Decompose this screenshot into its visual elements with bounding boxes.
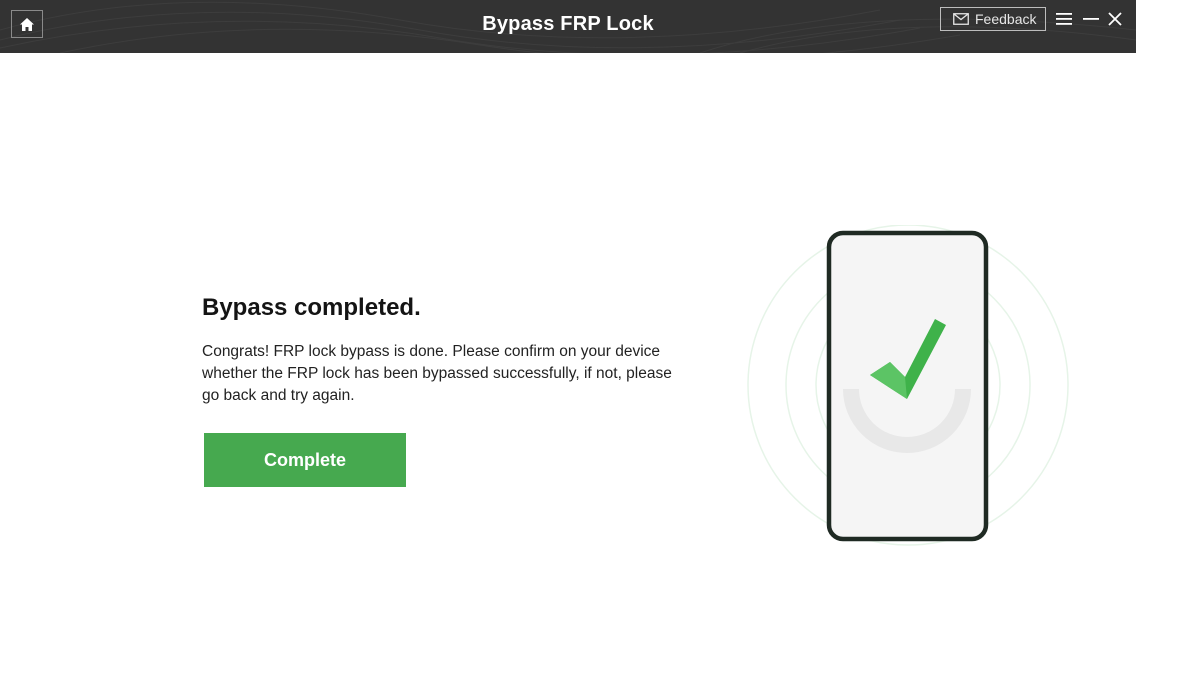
description-text: Congrats! FRP lock bypass is done. Pleas… [202, 343, 672, 404]
app-window: Bypass FRP Lock Feedback Bypass complete… [0, 0, 1136, 675]
close-icon [1108, 12, 1122, 26]
mail-icon [953, 13, 969, 25]
menu-icon [1056, 13, 1072, 25]
menu-button[interactable] [1055, 10, 1073, 28]
phone-check-icon [747, 225, 1069, 546]
feedback-label: Feedback [975, 11, 1037, 27]
feedback-button[interactable]: Feedback [940, 7, 1046, 31]
page-title: Bypass completed. [202, 294, 421, 321]
titlebar: Bypass FRP Lock Feedback [0, 0, 1136, 53]
complete-button[interactable]: Complete [204, 433, 406, 487]
close-button[interactable] [1106, 10, 1124, 28]
minimize-icon [1083, 18, 1099, 20]
minimize-button[interactable] [1082, 10, 1100, 28]
